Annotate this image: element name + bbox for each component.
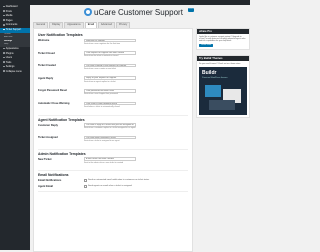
menu-icon: [3, 52, 5, 54]
sidebar-item-label: Posts: [6, 10, 12, 13]
plugin-logo-icon: [84, 8, 92, 16]
field-label: Welcome: [38, 39, 49, 42]
menu-icon: [3, 66, 5, 68]
sidebar-item-label: Media: [6, 14, 13, 17]
sidebar-item-label: Tools: [6, 61, 12, 64]
pro-widget: uCare Pro Looks like a customer support …: [196, 28, 250, 50]
template-subject-input[interactable]: Welcome to Support: [84, 39, 136, 43]
section-title: User Notification Templates: [38, 33, 83, 37]
template-subject-input[interactable]: You have been assigned a ticket: [84, 136, 136, 140]
field-label: Customer Reply: [38, 124, 58, 127]
sidebar-item-label: Collapse menu: [6, 70, 22, 73]
checkbox-label: Send agents an email when a ticket is as…: [88, 185, 132, 187]
menu-icon: [3, 48, 5, 50]
menu-icon: [3, 61, 5, 63]
field-description: Sent when a customer replies to a ticket…: [84, 127, 136, 129]
field-description: Sent when a user registers for the first…: [84, 43, 120, 45]
section-title: Admin Notification Templates: [38, 152, 86, 156]
sidebar-item-label: Add New: [4, 36, 12, 38]
sidebar-item-label: Pages: [6, 19, 13, 22]
version-badge: 1.4.2: [188, 8, 194, 12]
checkbox-label: Send an automated email notification to …: [88, 179, 149, 181]
sidebar-item-label: Appearance: [6, 47, 19, 50]
sidebar-item-label: Tickets: [4, 33, 11, 35]
learn-more-button[interactable]: Learn More: [199, 44, 213, 48]
field-label: Ticket Closed: [38, 52, 55, 55]
checkbox[interactable]: [84, 185, 87, 188]
field-label: Forgot Password Reset: [38, 89, 67, 92]
sidebar-item[interactable]: Collapse menu: [0, 70, 30, 75]
page-title: uCare Customer Support: [94, 8, 183, 17]
field-description: Sent when a user forgets their password: [84, 93, 118, 95]
buildr-widget: Try Buildr Themes Do you need themes? Ch…: [196, 55, 250, 118]
field-description: Sent when a user creates a new ticket: [84, 68, 116, 70]
sidebar-item-label: Ticket Support: [6, 28, 21, 31]
checkbox[interactable]: [84, 179, 87, 182]
field-label: Email Notifications: [38, 179, 61, 182]
field-label: Agent Email: [38, 185, 53, 188]
template-subject-input[interactable]: Your ticket is stale awaiting action: [84, 102, 136, 106]
menu-icon: [3, 29, 5, 31]
buildr-widget-text: Do you need themes? Check out our theme …: [197, 61, 249, 66]
template-subject-input[interactable]: You have created a new request for suppo…: [84, 64, 136, 68]
field-label: New Ticket: [38, 158, 52, 161]
field-label: Ticket Assigned: [38, 136, 58, 139]
field-description: Sent when an agent replies to a ticket: [84, 81, 116, 83]
field-label: Ticket Created: [38, 64, 56, 67]
menu-icon: [3, 6, 5, 8]
settings-panel: User Notification Templates Welcome Welcom…: [33, 28, 193, 252]
page-header: uCare Customer Support 1.4.2: [30, 5, 250, 19]
sidebar-item-label: Dashboard: [6, 5, 18, 8]
sidebar-item-label: Settings: [4, 40, 12, 42]
menu-icon: [3, 10, 5, 12]
field-description: Sent to the admin when a new ticket is c…: [84, 162, 123, 164]
banner-screen-image: [205, 85, 221, 97]
admin-sidebar: Dashboard PostsMedia PagesComments Ticket S…: [0, 5, 30, 250]
banner-screen-image: [209, 100, 235, 110]
pro-widget-text: Looks like a customer support system? Up…: [199, 36, 247, 43]
template-subject-input[interactable]: Reply to your request for support: [84, 76, 136, 80]
sidebar-item-label: Help: [4, 43, 8, 45]
field-label: Agent Reply: [38, 77, 53, 80]
menu-icon: [3, 70, 5, 72]
menu-icon: [3, 15, 5, 17]
template-subject-input[interactable]: A new ticket has been created: [84, 157, 136, 161]
field-description: Sent before a ticket is automatically cl…: [84, 106, 120, 108]
field-label: Automatic Close Warning: [38, 102, 69, 105]
sidebar-item-label: Settings: [6, 65, 15, 68]
field-description: Sent when the ticket is marked as closed: [84, 55, 118, 57]
menu-icon: [3, 19, 5, 21]
menu-icon: [3, 24, 5, 26]
menu-icon: [3, 57, 5, 59]
banner-subtitle: Premium WordPress themes: [202, 77, 228, 79]
section-title: Agent Notification Templates: [38, 118, 85, 122]
sidebar-item-label: Comments: [6, 23, 18, 26]
settings-tabs: GeneralDisplayAppearanceEmailAdvancedPri…: [33, 22, 131, 27]
section-title: Email Notifications: [38, 173, 69, 177]
sidebar-item-label: Plugins: [6, 52, 14, 55]
buildr-banner[interactable]: Buildr Premium WordPress themes: [199, 67, 247, 115]
field-description: Sent when a ticket is assigned to an age…: [84, 140, 119, 142]
sidebar-item-label: Users: [6, 56, 12, 59]
banner-title: Buildr: [202, 70, 216, 76]
